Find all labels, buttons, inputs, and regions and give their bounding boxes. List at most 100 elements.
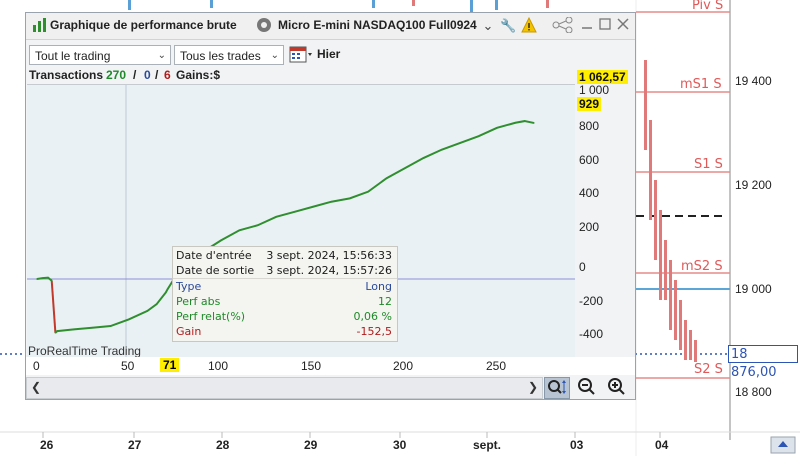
x-axis: 0 50 71 100 150 200 250 [26,357,635,375]
tooltip-row-perf-rel: Perf relat(%) 0,06 % [176,310,394,325]
equity-point [533,122,535,124]
zoom-out-icon[interactable] [574,377,600,399]
y-tick: 400 [579,186,600,200]
tooltip-row-type: Type Long [176,280,394,295]
tooltip-perf-rel-label: Perf relat(%) [176,310,246,323]
price-tick: 18 800 [735,385,772,399]
price-tick: 19 400 [735,74,772,88]
window-titlebar[interactable]: Graphique de performance brute Micro E-m… [26,13,635,40]
settings-circle-icon[interactable] [256,17,272,35]
instrument-name[interactable]: Micro E-mini NASDAQ100 Full0924 [278,18,477,32]
date-tick: 28 [216,438,230,452]
level-label-ms1-s: mS1 S [680,77,722,92]
minimize-icon[interactable] [580,17,594,35]
warning-icon[interactable] [520,16,538,35]
equity-drop-segment [50,280,57,333]
tooltip-row-entry: Date d'entrée 3 sept. 2024, 15:56:33 [176,249,394,264]
transactions-label: Transactions [29,68,104,82]
equity-point [293,211,296,213]
equity-point [165,291,167,294]
date-tick: 26 [40,438,54,452]
equity-point [523,120,526,122]
price-tick: 19 000 [735,282,772,296]
date-tick: 03 [570,438,584,452]
date-tick: 29 [304,438,318,452]
y-tick: 0 [579,260,586,274]
tooltip-exit-value: 3 sept. 2024, 15:57:26 [266,264,392,277]
level-label-s2-s: S2 S [694,362,723,377]
equity-point [496,127,498,129]
tooltip-perf-rel-value: 0,06 % [353,310,392,323]
equity-point [238,229,241,232]
level-label-s1-s: S1 S [694,157,723,172]
level-label-piv-s: Piv S [692,0,724,13]
y-axis: 1 062,57 1 000 929 800 600 400 200 0 -20… [576,68,635,358]
trades-select[interactable]: Tous les trades ⌄ [174,45,284,65]
x-tick: 50 [121,359,135,373]
scroll-right-icon[interactable]: ❯ [528,380,538,394]
equity-point [441,148,443,151]
share-icon[interactable] [552,16,574,35]
equity-point [50,279,53,282]
bar-chart-icon [32,17,48,35]
zoom-fit-icon[interactable] [544,377,570,399]
transactions-separator: / [155,68,159,82]
y-tick: 600 [579,153,600,167]
equity-point [146,310,149,312]
wrench-icon[interactable]: 🔧 [500,17,516,35]
tooltip-type-value: Long [365,280,392,293]
tooltip-gain-label: Gain [176,325,202,338]
equity-point [385,177,388,179]
y-tick: -400 [579,327,604,341]
trading-select-value: Tout le trading [35,49,111,63]
date-tick: 30 [393,438,407,452]
restore-icon[interactable] [598,17,612,35]
y-tick: 200 [579,220,600,234]
transactions-separator: / [133,68,137,82]
trading-select[interactable]: Tout le trading ⌄ [29,45,171,65]
tooltip-exit-label: Date de sortie [176,264,255,277]
x-tick: 250 [486,359,507,373]
tooltip-gain-value: -152,5 [356,325,392,338]
equity-point [477,135,480,137]
equity-point [422,157,425,159]
x-badge: 71 [160,358,180,372]
equity-point [404,167,406,169]
equity-point [166,288,169,290]
date-preset-label[interactable]: Hier [317,45,340,63]
tooltip-row-perf-abs: Perf abs 12 [176,295,394,310]
x-tick: 100 [208,359,229,373]
equity-point [155,303,158,305]
equity-point [257,224,259,227]
equity-point [312,205,314,208]
tooltip-divider [173,278,397,279]
equity-point [109,325,112,327]
date-tick: 04 [655,438,669,452]
equity-point [47,276,49,279]
zoom-in-icon[interactable] [604,377,630,399]
equity-point [459,142,462,144]
x-tick: 0 [33,359,40,373]
x-tick: 200 [393,359,414,373]
date-tick: sept. [473,438,502,452]
equity-point [54,331,57,334]
equity-point [220,239,222,242]
price-tick: 19 200 [735,178,772,192]
watermark-label: ProRealTime Trading [28,344,141,358]
tooltip-row-exit: Date de sortie 3 sept. 2024, 15:57:26 [176,264,394,279]
trade-tooltip: Date d'entrée 3 sept. 2024, 15:56:33 Dat… [172,246,398,342]
transactions-info: Transactions 270 / 0 / 6 Gains:$ [26,68,576,84]
scroll-left-icon[interactable]: ❮ [31,380,41,394]
x-tick: 150 [301,359,322,373]
close-icon[interactable] [616,17,630,35]
window-title: Graphique de performance brute [50,18,237,32]
y-badge-top: 1 062,57 [577,70,628,84]
tooltip-type-label: Type [176,280,202,293]
current-price-label: 18 876,00 [728,345,798,380]
horizontal-scrollbar[interactable]: ❮ ❯ [26,377,543,399]
transactions-six: 6 [164,68,171,82]
tooltip-row-gain: Gain -152,5 [176,325,394,340]
chevron-down-icon[interactable]: ⌄ [482,17,494,35]
calendar-icon[interactable] [288,44,314,63]
equity-point [56,330,59,332]
